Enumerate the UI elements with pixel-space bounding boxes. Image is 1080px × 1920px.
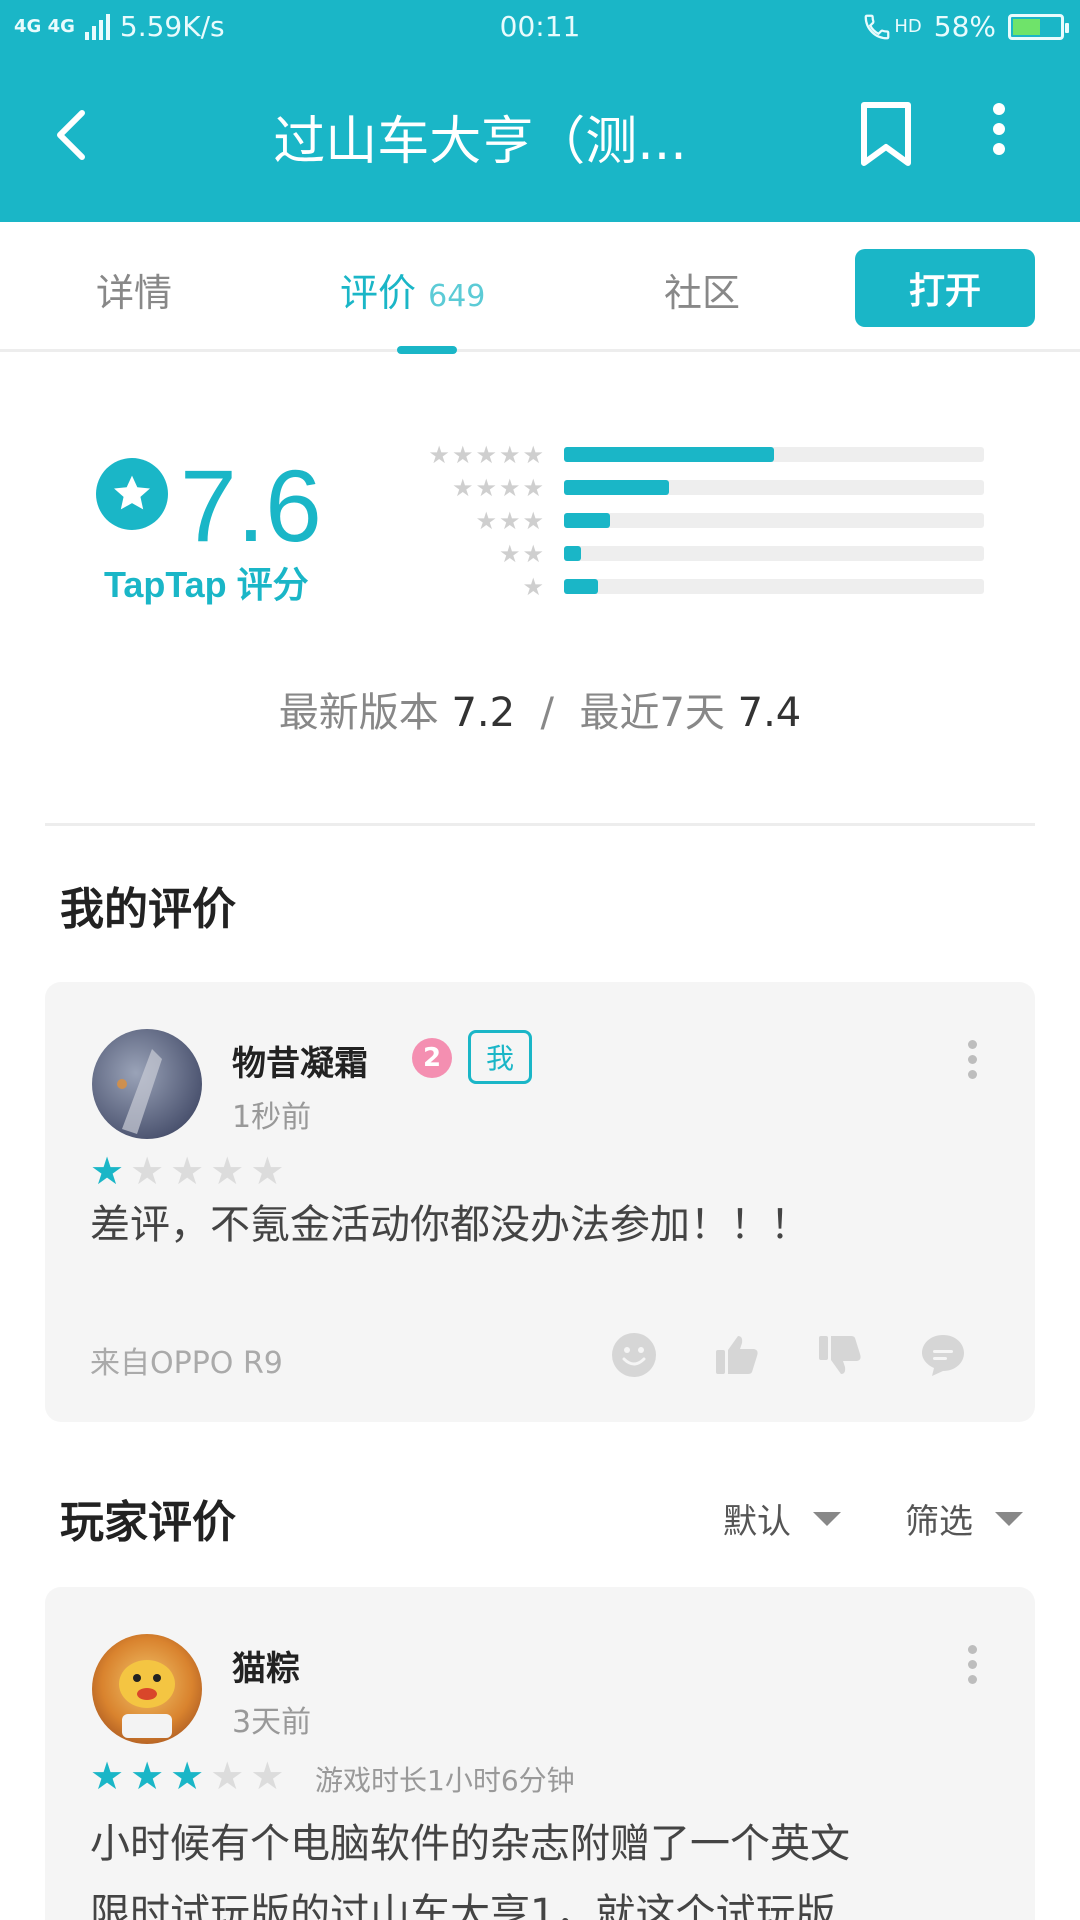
star-empty-icon: ★: [210, 1149, 245, 1193]
rating-bar-fill: [564, 480, 669, 495]
rating-row-stars: ★★★: [475, 507, 546, 535]
latest-version-score: 7.2: [451, 690, 516, 736]
sort-label: 默认: [723, 1502, 791, 1542]
star-filled-icon: ★: [90, 1754, 125, 1798]
review-text: 差评，不氪金活动你都没办法参加！！！: [90, 1202, 810, 1248]
more-vertical-icon[interactable]: [962, 1645, 982, 1695]
rating-row-stars: ★★★★: [451, 474, 546, 502]
rating-label: TapTap 评分: [104, 564, 309, 605]
filter-label: 筛选: [905, 1502, 973, 1542]
more-vertical-icon[interactable]: [962, 1040, 982, 1090]
battery-percent: 58%: [933, 10, 996, 43]
hd-label: HD: [894, 16, 922, 37]
tab-reviews-count: 649: [428, 279, 486, 314]
reviewer-name[interactable]: 猫粽: [232, 1641, 300, 1690]
rating-bar-track: [564, 447, 984, 462]
level-badge: 2: [412, 1038, 452, 1078]
emoji-icon[interactable]: [611, 1332, 657, 1378]
hd-call-icon: HD: [862, 12, 922, 42]
avatar[interactable]: [92, 1029, 202, 1139]
tab-reviews[interactable]: 评价 649: [340, 262, 485, 317]
sort-dropdown[interactable]: 默认: [723, 1494, 841, 1543]
star-empty-icon: ★: [250, 1754, 285, 1798]
review-text: 小时候有个电脑软件的杂志附赠了一个英文: [90, 1821, 850, 1867]
caret-down-icon: [813, 1511, 841, 1526]
star-filled-icon: ★: [170, 1754, 205, 1798]
rating-bar-track: [564, 480, 984, 495]
rating-bar-track: [564, 513, 984, 528]
thumbs-up-icon[interactable]: [714, 1332, 760, 1378]
rating-bar-fill: [564, 447, 774, 462]
rating-row-stars: ★: [522, 573, 546, 601]
battery-icon: [1008, 13, 1069, 40]
recent-label: 最近7天: [579, 690, 725, 736]
rating-row-stars: ★★: [498, 540, 546, 568]
star-empty-icon: ★: [210, 1754, 245, 1798]
rating-bar-fill: [564, 546, 581, 561]
star-rating: ★ ★ ★ ★ ★: [90, 1757, 284, 1795]
player-reviews-title: 玩家评价: [60, 1497, 236, 1548]
rating-bar-fill: [564, 513, 611, 528]
battery-level: [1013, 18, 1040, 35]
comment-icon[interactable]: [920, 1332, 966, 1378]
star-empty-icon: ★: [170, 1149, 205, 1193]
status-bar: 4G 4G 5.59K/s 00:11 HD 58%: [0, 0, 1080, 55]
avatar[interactable]: [92, 1634, 202, 1744]
divider: [45, 823, 1035, 826]
rating-score: 7.6: [180, 449, 322, 563]
latest-version-label: 最新版本: [278, 690, 439, 736]
more-vertical-icon[interactable]: [984, 99, 1014, 173]
phone-icon: [864, 14, 890, 39]
star-rating: ★ ★ ★ ★ ★: [90, 1152, 284, 1190]
my-review-card: 物昔凝霜 2 我 1秒前 ★ ★ ★ ★ ★ 差评，不氪金活动你都没办法参加！！！ 来自…: [45, 982, 1035, 1422]
star-filled-icon: ★: [90, 1149, 125, 1193]
rating-star-icon: [96, 458, 168, 530]
rating-row: ★★★★: [400, 473, 990, 503]
star-filled-icon: ★: [130, 1754, 165, 1798]
open-button[interactable]: 打开: [855, 249, 1035, 327]
player-review-card: 猫粽 3天前 ★ ★ ★ ★ ★ 游戏时长1小时6分钟 小时候有个电脑软件的杂志附赠了一…: [45, 1587, 1035, 1920]
rating-bar-track: [564, 546, 984, 561]
rating-bar-track: [564, 579, 984, 594]
recent-score: 7.4: [737, 690, 802, 736]
device-label: 来自OPPO R9: [90, 1346, 283, 1381]
tab-community[interactable]: 社区: [664, 262, 740, 317]
reviewer-name[interactable]: 物昔凝霜: [232, 1036, 368, 1085]
sub-scores: 最新版本 7.2 / 最近7天 7.4: [0, 680, 1080, 738]
caret-down-icon: [995, 1511, 1023, 1526]
score-separator: /: [540, 690, 555, 736]
filter-dropdown[interactable]: 筛选: [905, 1494, 1023, 1543]
rating-bar-fill: [564, 579, 598, 594]
page-title: 过山车大亨（测...: [273, 112, 687, 172]
tab-bar: 详情 评价 649 社区 打开: [0, 222, 1080, 354]
status-right: HD 58%: [862, 10, 1069, 43]
star-empty-icon: ★: [130, 1149, 165, 1193]
back-arrow-icon[interactable]: [44, 105, 104, 165]
rating-row: ★★★: [400, 506, 990, 536]
rating-row: ★★: [400, 539, 990, 569]
star-empty-icon: ★: [250, 1149, 285, 1193]
my-review-title: 我的评价: [60, 884, 236, 935]
app-bar: 过山车大亨（测...: [0, 55, 1080, 222]
tab-reviews-label: 评价: [340, 271, 417, 315]
review-text-line2: 限时试玩版的过山车大亨1，就这个试玩版: [90, 1891, 836, 1920]
review-time: 3天前: [232, 1705, 312, 1740]
tab-details[interactable]: 详情: [96, 262, 172, 317]
review-time: 1秒前: [232, 1100, 312, 1135]
tab-indicator: [397, 346, 457, 354]
bookmark-icon[interactable]: [856, 99, 916, 173]
playtime-label: 游戏时长1小时6分钟: [315, 1764, 575, 1797]
me-badge: 我: [468, 1030, 532, 1084]
rating-row: ★: [400, 572, 990, 602]
rating-row: ★★★★★: [400, 440, 990, 470]
thumbs-down-icon[interactable]: [817, 1332, 863, 1378]
rating-row-stars: ★★★★★: [428, 441, 546, 469]
